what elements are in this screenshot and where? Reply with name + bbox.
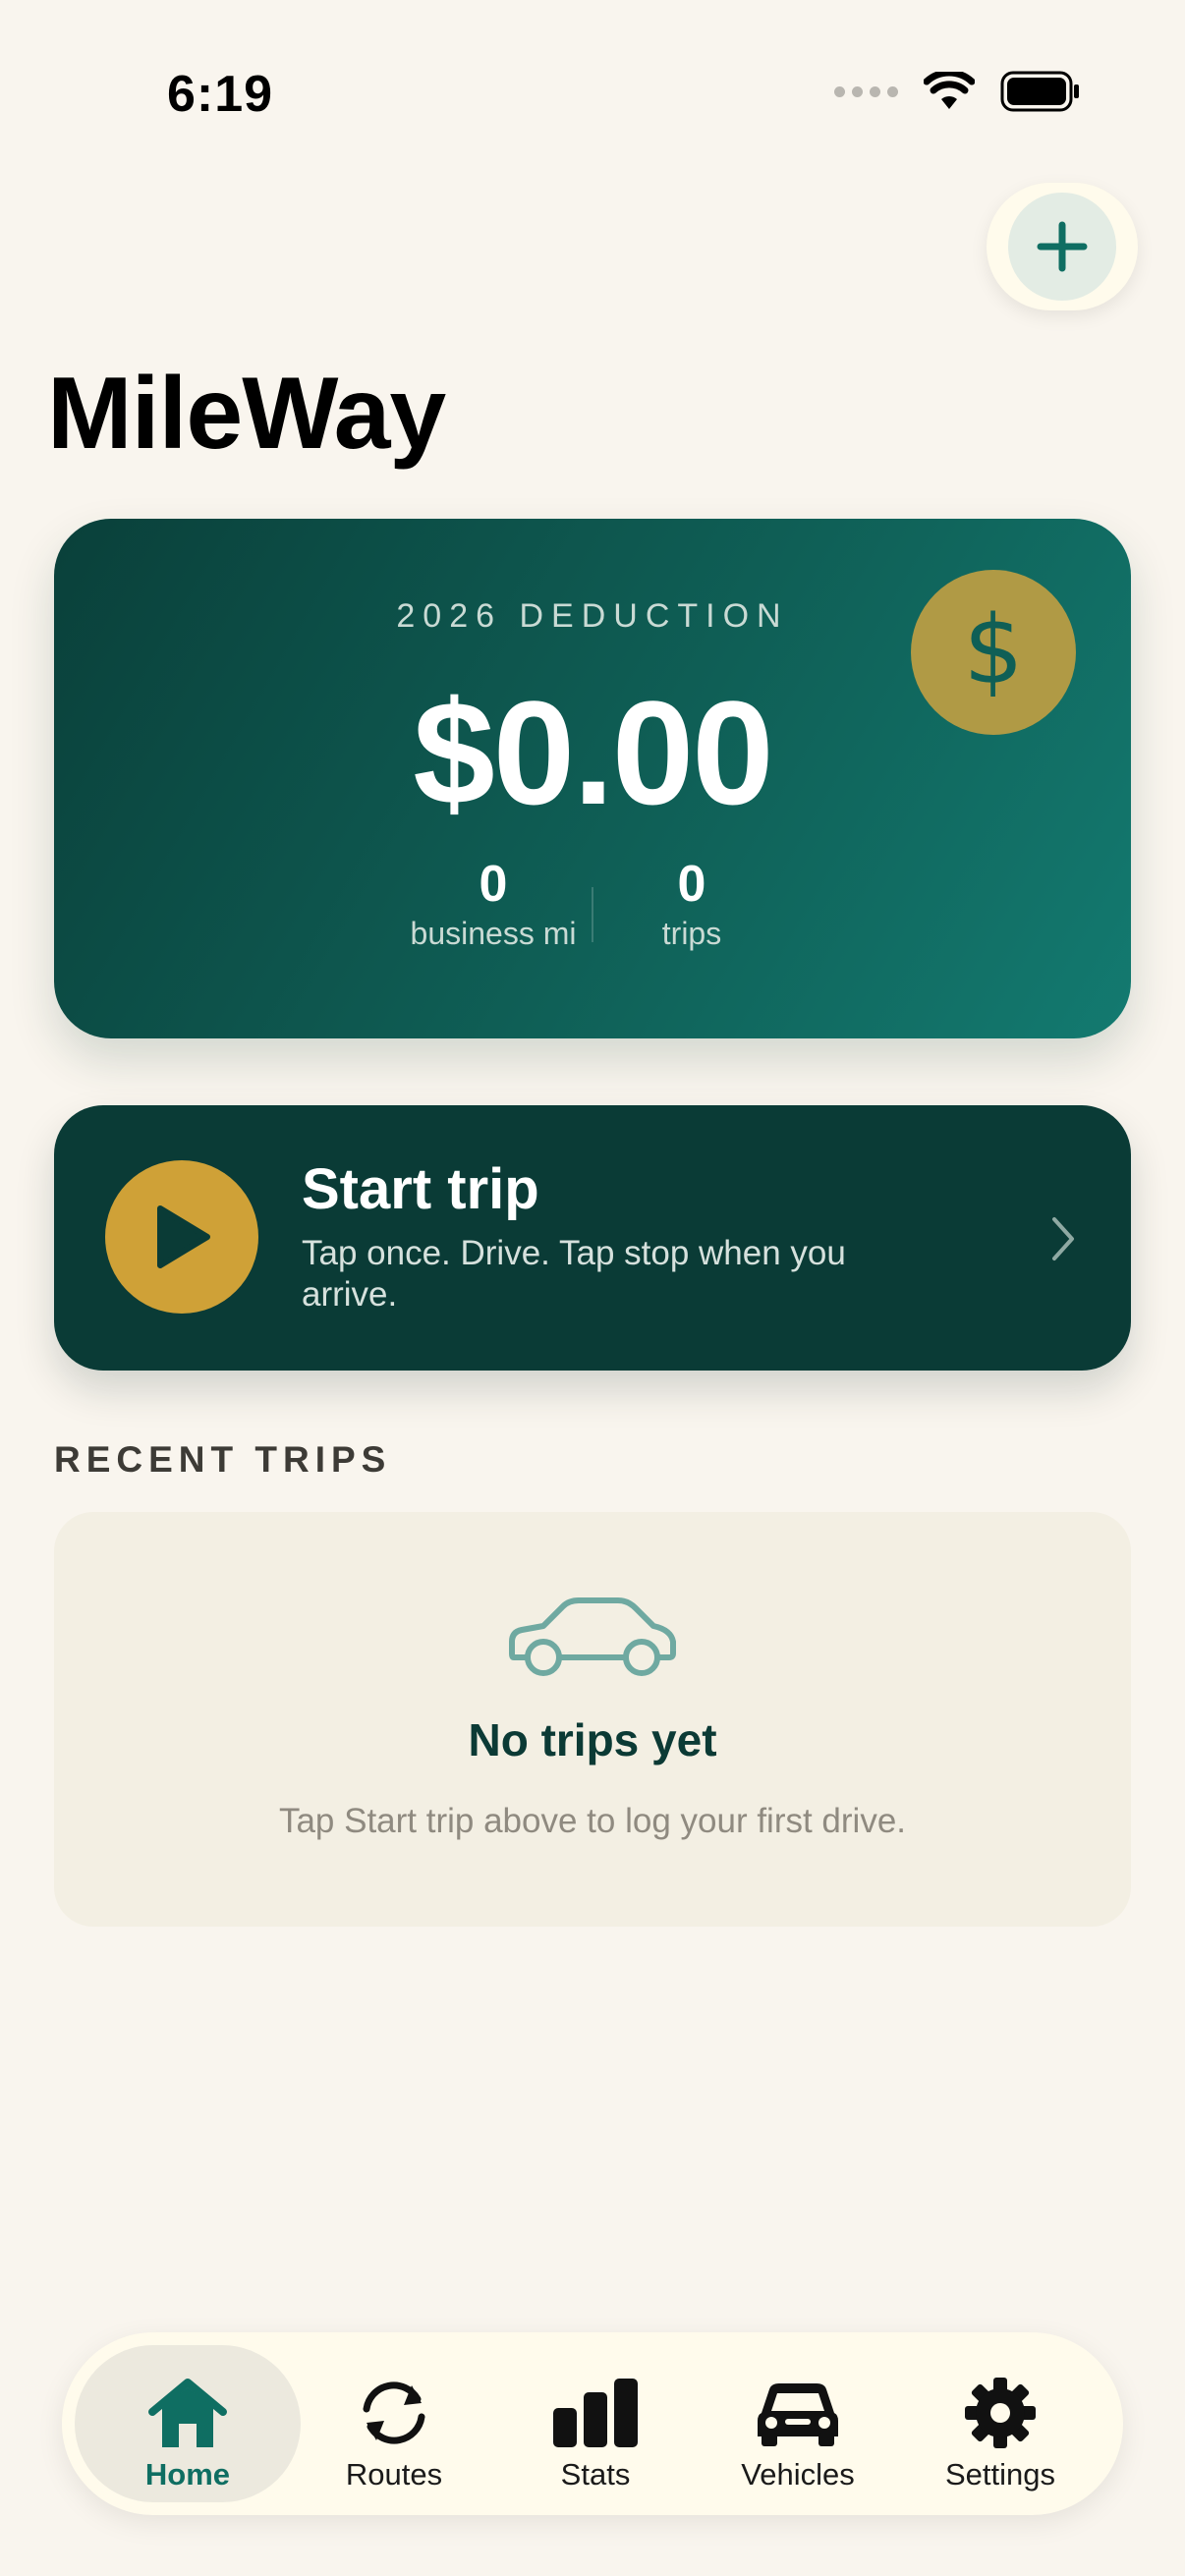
tab-label-home: Home [144,2457,231,2492]
cellular-signal-icon [834,85,898,97]
tab-label-stats: Stats [560,2457,631,2492]
trips-stat: 0 trips [593,858,790,952]
play-icon [157,1205,210,1268]
page-title: MileWay [47,357,446,471]
tab-label-settings: Settings [944,2457,1055,2492]
car-icon [758,2383,838,2446]
trips-label: trips [661,915,722,951]
empty-state-title: No trips yet [468,1714,717,1765]
bar-chart-icon [553,2379,638,2447]
chevron-right-icon [1052,1217,1074,1260]
tab-bar: Home Routes Stats Vehicles Settings [62,2332,1123,2515]
recent-trips-empty-state: No trips yet Tap Start trip above to log… [54,1512,1131,1927]
plus-icon [1037,221,1088,272]
tab-settings[interactable]: Settings [887,2345,1113,2502]
tab-label-vehicles: Vehicles [741,2457,855,2492]
add-button-circle [1008,193,1116,301]
business-miles-value: 0 [479,856,508,913]
status-time: 6:19 [167,66,274,123]
recent-trips-header: RECENT TRIPS [54,1439,392,1480]
tab-label-routes: Routes [345,2457,443,2492]
tab-home[interactable]: Home [75,2345,301,2502]
tab-vehicles[interactable]: Vehicles [685,2345,911,2502]
trips-value: 0 [677,856,706,913]
svg-text:$: $ [963,598,1023,705]
deduction-card[interactable]: 2026 DEDUCTION $0.00 $ 0 business mi 0 t… [54,519,1131,1038]
play-button-circle [105,1160,258,1314]
tab-stats[interactable]: Stats [482,2345,708,2502]
tab-routes[interactable]: Routes [281,2345,507,2502]
status-icons [834,71,1081,112]
empty-state-subtitle: Tap Start trip above to log your first d… [278,1802,907,1840]
refresh-icon [363,2381,425,2444]
start-trip-subtitle: Tap once. Drive. Tap stop when you arriv… [302,1234,846,1314]
gear-icon [965,2378,1036,2448]
business-miles-stat: 0 business mi [395,858,592,952]
business-miles-label: business mi [410,915,577,951]
start-trip-button[interactable]: Start trip Tap once. Drive. Tap stop whe… [54,1105,1131,1371]
add-trip-button[interactable] [987,183,1138,310]
house-icon [148,2379,227,2447]
battery-icon [1000,71,1079,112]
wifi-icon [924,72,975,109]
home-screen: 6:19 MileWay 2026 DEDUCTION $0.00 $ 0 bu… [0,0,1185,2576]
car-outline-icon [509,1597,676,1676]
dollar-icon: $ [963,598,1023,705]
start-trip-title: Start trip [302,1157,539,1221]
dollar-badge: $ [911,570,1076,735]
deduction-stats: 0 business mi 0 trips [54,858,1131,952]
